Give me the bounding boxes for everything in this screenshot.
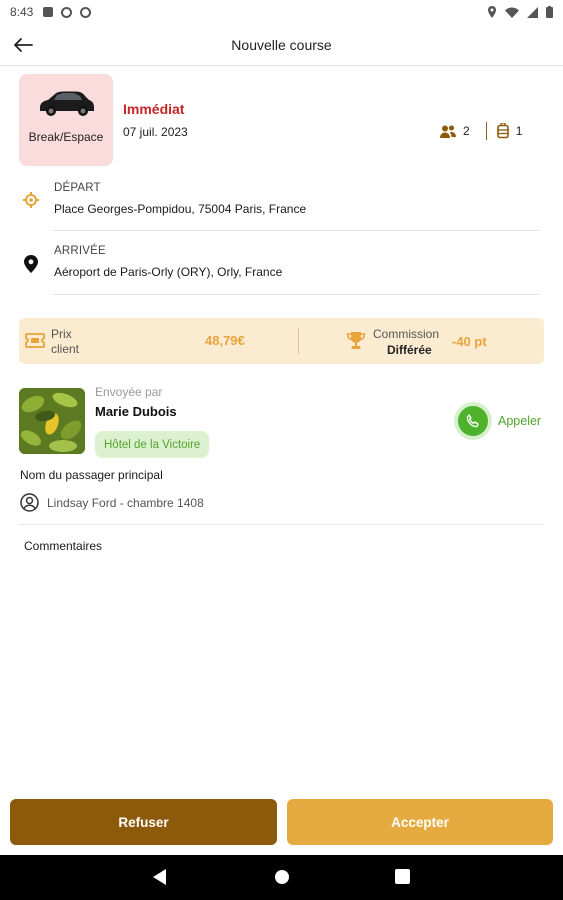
status-right <box>487 6 553 18</box>
address-divider-2 <box>53 294 540 295</box>
passenger-name: Lindsay Ford - chambre 1408 <box>47 495 204 510</box>
arrival-section: ARRIVÉE Aéroport de Paris-Orly (ORY), Or… <box>20 245 540 285</box>
user-circle-icon <box>20 493 39 512</box>
arrival-label: ARRIVÉE <box>54 245 106 257</box>
status-time: 8:43 <box>10 5 34 19</box>
battery-icon <box>546 6 553 18</box>
price-label-line1: Prix <box>51 327 72 341</box>
map-pin-icon <box>24 255 38 273</box>
page-title: Nouvelle course <box>231 36 332 53</box>
back-button[interactable] <box>10 32 36 58</box>
price-label: Prix client <box>51 327 79 357</box>
location-status-icon <box>488 6 496 18</box>
people-icon <box>440 125 456 138</box>
ticket-icon <box>25 333 45 348</box>
comments-label: Commentaires <box>24 539 103 553</box>
passenger-row: Lindsay Ford - chambre 1408 <box>20 493 204 512</box>
ride-date: 07 juil. 2023 <box>123 125 188 139</box>
luggage-count: 1 <box>515 124 523 138</box>
departure-label: DÉPART <box>54 182 101 194</box>
arrow-left-icon <box>14 38 33 52</box>
accept-button[interactable]: Accepter <box>287 799 553 845</box>
car-icon <box>40 91 94 116</box>
commission-value: -40 pt <box>452 334 487 349</box>
hotel-badge: Hôtel de la Victoire <box>95 431 210 458</box>
sender-avatar <box>19 388 85 454</box>
price-banner: Prix client 48,79€ Commission Différée -… <box>19 318 544 364</box>
status-bar: 8:43 <box>0 0 563 24</box>
capacity-info: 2 1 <box>440 122 528 140</box>
address-divider <box>53 230 540 231</box>
app-status-icon <box>80 6 92 18</box>
phone-icon <box>466 414 479 428</box>
passenger-count: 2 <box>463 124 470 138</box>
hotel-name: Hôtel de la Victoire <box>104 438 201 451</box>
price-divider <box>298 328 299 354</box>
suitcase-icon <box>496 123 509 139</box>
nav-home-icon[interactable] <box>274 869 290 885</box>
call-icon-circle[interactable] <box>458 406 488 436</box>
sync-icon <box>61 6 73 18</box>
vehicle-card: Break/Espace <box>19 74 113 166</box>
system-nav-bar <box>0 855 563 900</box>
vehicle-category: Break/Espace <box>28 130 104 144</box>
call-button[interactable]: Appeler <box>458 406 544 436</box>
wifi-icon <box>505 7 519 18</box>
section-divider <box>19 524 544 525</box>
nav-recents-icon[interactable] <box>395 869 410 884</box>
arrival-address: Aéroport de Paris-Orly (ORY), Orly, Fran… <box>54 265 283 279</box>
sender-name: Marie Dubois <box>95 404 177 419</box>
departure-address: Place Georges-Pompidou, 75004 Paris, Fra… <box>54 202 307 216</box>
price-value: 48,79€ <box>205 333 245 348</box>
call-label[interactable]: Appeler <box>498 414 541 428</box>
commission-label: Commission <box>373 327 440 341</box>
sent-by-label: Envoyée par <box>95 385 163 399</box>
location-target-icon <box>23 192 39 208</box>
trophy-icon <box>346 332 366 349</box>
sender-avatar-image <box>19 388 85 454</box>
app-bar: Nouvelle course <box>0 24 563 66</box>
refuse-button[interactable]: Refuser <box>10 799 277 845</box>
departure-section: DÉPART Place Georges-Pompidou, 75004 Par… <box>20 182 540 222</box>
signal-icon <box>527 6 538 18</box>
capacity-divider <box>485 122 487 140</box>
passenger-title: Nom du passager principal <box>20 468 163 482</box>
ride-type: Immédiat <box>123 101 185 117</box>
commission-mode: Différée <box>387 343 432 357</box>
price-label-line2: client <box>51 342 80 356</box>
sd-card-icon <box>43 7 54 17</box>
nav-back-icon[interactable] <box>153 869 167 885</box>
